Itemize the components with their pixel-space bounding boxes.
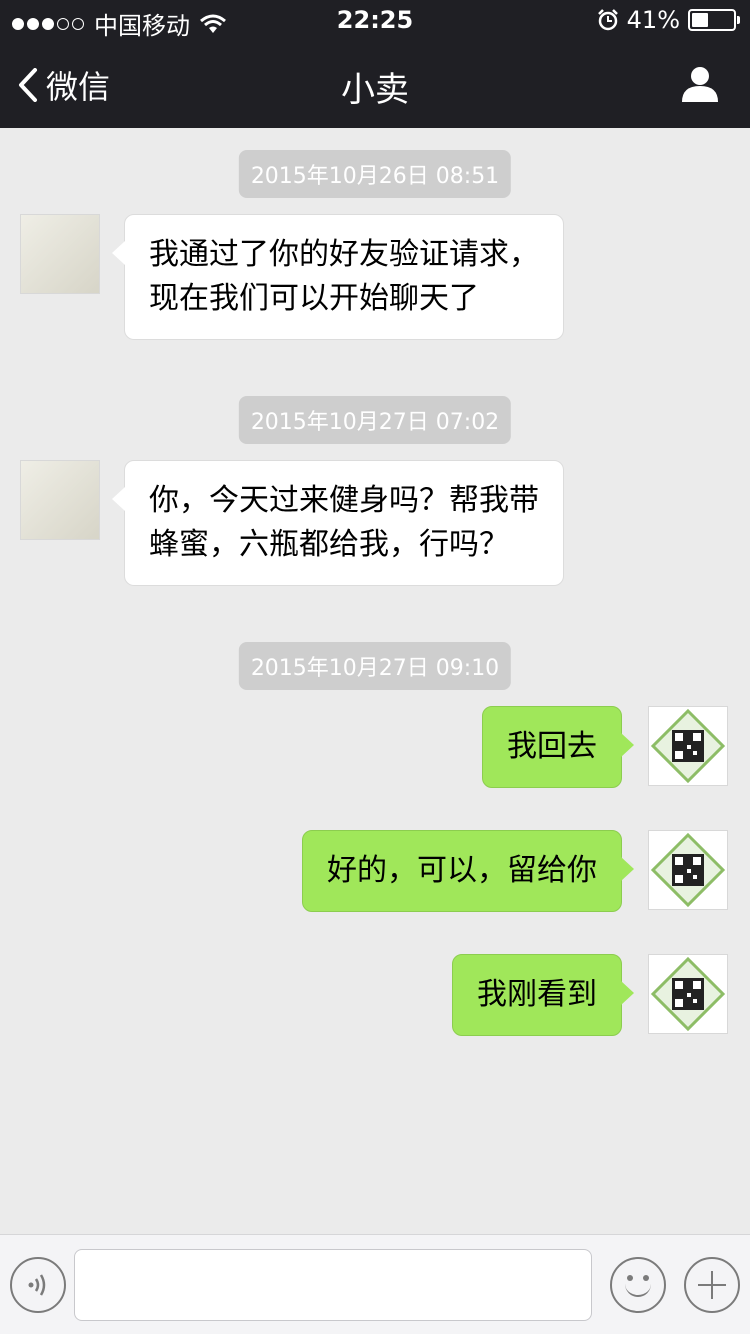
timestamp: 2015年10月26日 08:51: [238, 150, 512, 198]
self-avatar[interactable]: [648, 830, 728, 910]
voice-button[interactable]: [10, 1257, 66, 1313]
message-input[interactable]: [74, 1249, 592, 1321]
contact-avatar[interactable]: [20, 214, 100, 294]
message-bubble-sent[interactable]: 好的，可以，留给你: [302, 830, 634, 912]
qr-code-avatar-icon: [649, 955, 727, 1033]
input-bar: [0, 1234, 750, 1334]
timestamp: 2015年10月27日 09:10: [238, 642, 512, 690]
message-line: 你，今天过来健身吗？帮我带: [149, 483, 539, 518]
message-bubble-received[interactable]: 我通过了你的好友验证请求， 现在我们可以开始聊天了: [112, 214, 564, 340]
chat-title: 小卖: [341, 70, 409, 110]
qr-code-avatar-icon: [649, 831, 727, 909]
message-line: 现在我们可以开始聊天了: [149, 281, 479, 316]
message-line: 蜂蜜，六瓶都给我，行吗？: [149, 527, 509, 562]
message-bubble-received[interactable]: 你，今天过来健身吗？帮我带 蜂蜜，六瓶都给我，行吗？: [112, 460, 564, 586]
battery-icon: [688, 9, 740, 31]
message-line: 我通过了你的好友验证请求，: [149, 237, 539, 272]
message-bubble-sent[interactable]: 我刚看到: [452, 954, 634, 1036]
self-avatar[interactable]: [648, 954, 728, 1034]
message-bubble-sent[interactable]: 我回去: [482, 706, 634, 788]
plus-button[interactable]: [684, 1257, 740, 1313]
message-line: 我刚看到: [477, 977, 597, 1012]
message-line: 好的，可以，留给你: [327, 853, 597, 888]
self-avatar[interactable]: [648, 706, 728, 786]
timestamp: 2015年10月27日 07:02: [238, 396, 512, 444]
contact-avatar[interactable]: [20, 460, 100, 540]
chat-area[interactable]: 2015年10月26日 08:51 我通过了你的好友验证请求， 现在我们可以开始…: [0, 128, 750, 1234]
message-line: 我回去: [507, 729, 597, 764]
status-right-group: 41%: [597, 6, 740, 34]
emoji-button[interactable]: [610, 1257, 666, 1313]
voice-icon: [28, 1274, 46, 1296]
emoji-icon: [625, 1281, 651, 1297]
nav-bar: 微信 小卖: [0, 40, 750, 128]
status-bar: 中国移动 22:25 41%: [0, 0, 750, 40]
qr-code-avatar-icon: [649, 707, 727, 785]
alarm-icon: [597, 9, 618, 31]
battery-percent: 41%: [626, 6, 680, 34]
profile-icon[interactable]: [680, 64, 720, 104]
